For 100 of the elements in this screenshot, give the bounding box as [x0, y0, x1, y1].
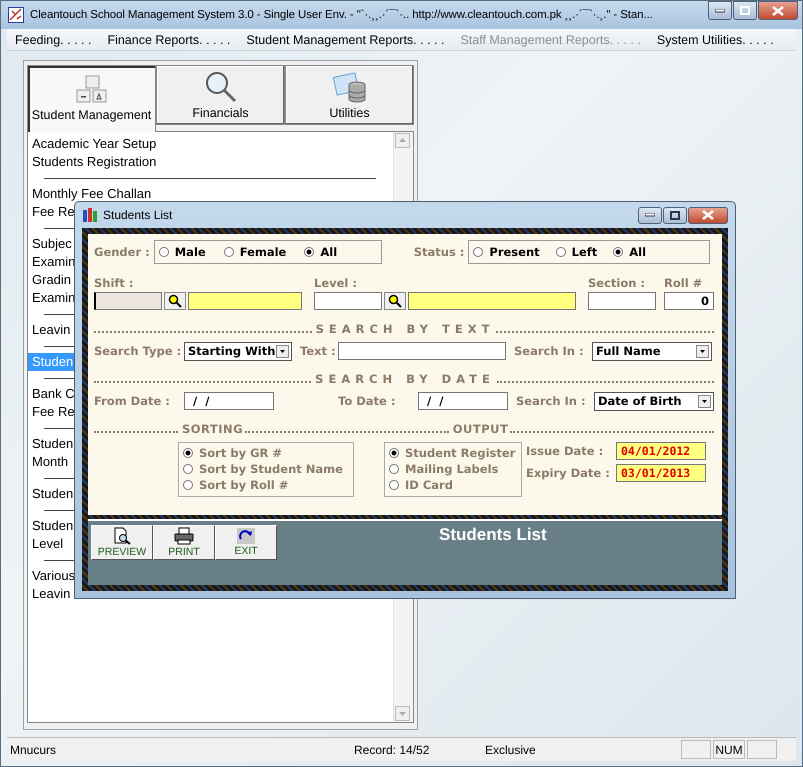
app-icon [82, 207, 98, 223]
menu-list-item[interactable]: Studen [28, 485, 74, 503]
radio-button[interactable] [183, 480, 193, 490]
keyboard-keys-icon [74, 75, 108, 105]
maximize-button[interactable] [663, 206, 687, 224]
field-label: Search In : [516, 394, 587, 408]
radio-label: Mailing Labels [405, 462, 498, 476]
maximize-icon [740, 6, 750, 15]
menu-list-item[interactable]: Bank C [28, 385, 75, 403]
radio-label: All [320, 245, 338, 259]
menu-list-item[interactable]: Examin [28, 289, 76, 307]
field-label: Level : [314, 276, 358, 290]
section-heading: OUTPUT [452, 422, 510, 436]
menu-list-item[interactable]: Fee Re [28, 403, 75, 421]
radio-button[interactable] [473, 247, 484, 257]
menu-list-item[interactable]: Various [28, 567, 76, 585]
date-search-in-dropdown[interactable]: Date of Birth [594, 392, 714, 410]
menu-item[interactable]: System Utilities. . . . . [656, 32, 774, 46]
section-heading: SEARCH BY DATE [314, 372, 496, 386]
menu-list-item[interactable]: Level [28, 535, 72, 553]
lookup-button[interactable] [164, 292, 186, 310]
section-field[interactable] [588, 292, 656, 310]
radio-button[interactable] [389, 480, 399, 490]
field-label: Search Type : [94, 344, 182, 358]
field-label: Shift : [94, 276, 135, 290]
search-icon [388, 294, 402, 308]
menu-list-item[interactable]: Fee Re [28, 203, 75, 221]
radio-label: Male [174, 245, 206, 259]
radio-button[interactable] [183, 464, 193, 474]
radio-button[interactable] [389, 464, 399, 474]
menu-list-item[interactable]: Academic Year Setup [28, 135, 156, 153]
exit-button[interactable]: EXIT [215, 525, 277, 560]
radio-button[interactable] [389, 448, 399, 458]
search-type-dropdown[interactable]: Starting With [184, 342, 292, 360]
lookup-button[interactable] [384, 292, 406, 310]
menu-list-item[interactable]: Gradin [28, 271, 72, 289]
print-button[interactable]: PRINT [153, 525, 215, 560]
menu-list-item[interactable]: Studen [28, 517, 74, 535]
radio-button[interactable] [304, 247, 314, 257]
status-text: Mnucurs [9, 742, 58, 756]
menu-list-item[interactable]: Subjec [28, 235, 72, 253]
menu-list-item[interactable]: Examin [28, 253, 76, 271]
search-text-field[interactable] [338, 342, 506, 360]
menu-list-item[interactable]: Leavin [28, 585, 72, 603]
printer-icon [174, 527, 194, 545]
roll-number-field[interactable]: 0 [664, 292, 714, 310]
radio-button[interactable] [613, 247, 624, 257]
radio-label: Sort by GR # [199, 446, 282, 460]
issue-date-field[interactable]: 04/01/2012 [616, 442, 706, 460]
level-code-field[interactable] [314, 292, 382, 310]
close-icon [702, 210, 714, 220]
menu-list-item[interactable]: Monthly Fee Challan [28, 185, 152, 203]
search-in-dropdown[interactable]: Full Name [592, 342, 712, 360]
module-tab[interactable]: Financials [156, 65, 285, 125]
menu-item[interactable]: Student Management Reports. . . . . [246, 32, 444, 46]
status-indicator: NUM [713, 740, 745, 759]
radio-button[interactable] [556, 247, 566, 257]
radio-button[interactable] [224, 247, 234, 257]
menu-item[interactable]: Feeding. . . . . [15, 32, 92, 46]
maximize-icon [670, 210, 680, 220]
status-mode: Exclusive [485, 742, 537, 756]
shift-code-field[interactable] [94, 292, 162, 310]
preview-button[interactable]: PREVIEW [91, 525, 153, 560]
radio-label: Present [489, 245, 540, 259]
section-heading: SORTING [181, 422, 244, 436]
expiry-date-field[interactable]: 03/01/2013 [616, 464, 706, 482]
menu-list-item[interactable]: Leavin [28, 321, 72, 339]
minimize-icon [645, 213, 655, 217]
field-label: Roll # [664, 276, 704, 290]
level-name-field[interactable] [408, 292, 576, 310]
page-magnifier-icon [113, 527, 131, 545]
radio-label: Sort by Roll # [199, 478, 288, 492]
close-button[interactable] [758, 1, 798, 20]
radio-label: Student Register [405, 446, 516, 460]
section-heading: SEARCH BY TEXT [314, 322, 496, 336]
close-icon [772, 6, 784, 16]
menu-list-item[interactable]: Students Registration [28, 153, 156, 171]
field-label: Expiry Date : [526, 466, 611, 480]
field-label: To Date : [338, 394, 396, 408]
menu-item[interactable]: Finance Reports. . . . . [107, 32, 230, 46]
field-label: Issue Date : [526, 444, 604, 458]
close-button[interactable] [688, 206, 728, 224]
radio-label: Sort by Student Name [199, 462, 343, 476]
field-label: Text : [300, 344, 337, 358]
minimize-button[interactable] [708, 1, 732, 20]
minimize-button[interactable] [638, 206, 662, 224]
menu-list-item[interactable]: Month [28, 453, 72, 471]
search-icon [168, 294, 182, 308]
maximize-button[interactable] [733, 1, 757, 20]
radio-label: Female [240, 245, 286, 259]
radio-label: Left [572, 245, 598, 259]
record-counter: Record: 14/52 [354, 742, 430, 756]
module-tab[interactable]: Student Management [27, 65, 156, 132]
from-date-field[interactable]: / / [184, 392, 274, 410]
module-tab[interactable]: Utilities [285, 65, 414, 125]
shift-name-field[interactable] [188, 292, 302, 310]
menu-list-item[interactable]: Studen [28, 435, 74, 453]
radio-button[interactable] [183, 448, 193, 458]
to-date-field[interactable]: / / [418, 392, 508, 410]
radio-button[interactable] [158, 247, 169, 257]
